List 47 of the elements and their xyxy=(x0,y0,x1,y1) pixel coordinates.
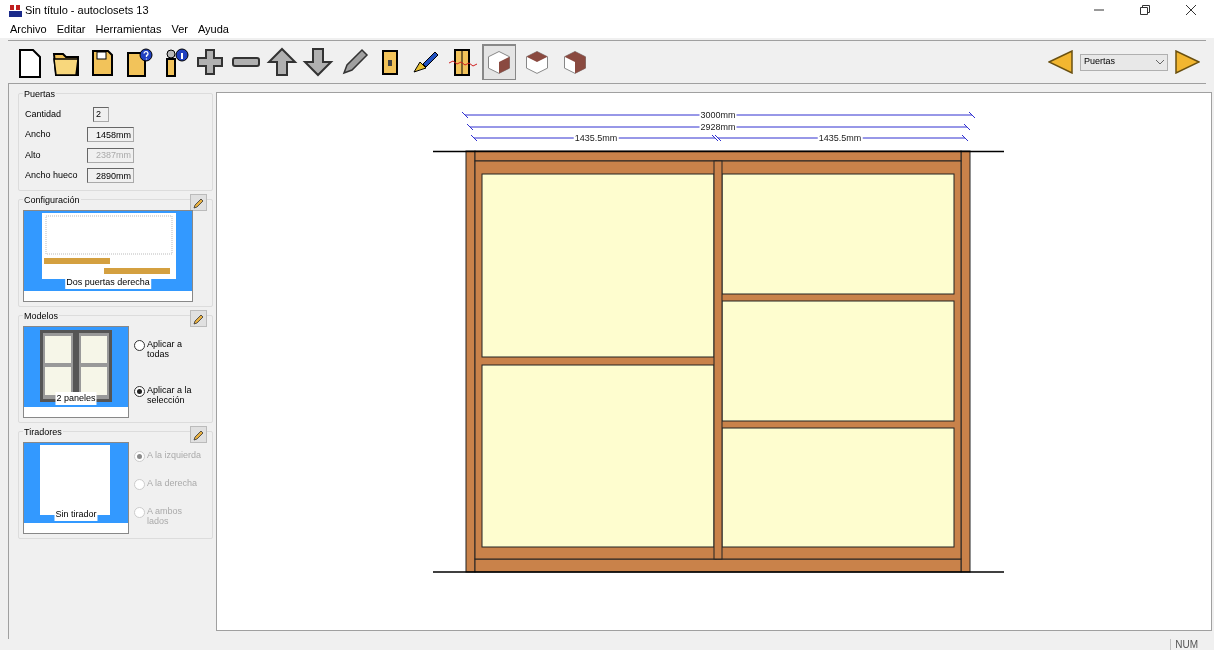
number-field[interactable]: 2890mm xyxy=(87,168,134,184)
group-title: Configuración xyxy=(23,194,81,208)
radio-button[interactable] xyxy=(134,386,145,397)
menu-item[interactable]: Ver xyxy=(171,20,188,38)
dropdown-caret-icon xyxy=(1156,59,1164,65)
down-arrow-icon[interactable] xyxy=(302,46,334,78)
door-model-drawing xyxy=(40,330,112,402)
cube-view-icon xyxy=(485,48,513,76)
radio-label[interactable]: Aplicar a todas xyxy=(147,339,203,359)
window-title: Sin título - autoclosets 13 xyxy=(25,2,149,18)
app-icon xyxy=(9,3,22,17)
edit-button[interactable] xyxy=(190,426,207,443)
preview-panel[interactable]: Dos puertas derecha xyxy=(23,210,193,302)
pencil-icon xyxy=(192,196,205,209)
preview-panel[interactable]: 2 paneles xyxy=(23,326,129,418)
preview-panel[interactable]: Sin tirador xyxy=(23,442,129,534)
menu-item[interactable]: Editar xyxy=(56,20,86,38)
section-dropdown[interactable]: Puertas xyxy=(1080,53,1168,71)
cube-view-icon xyxy=(561,48,589,76)
dimension-label: 2928mm xyxy=(699,122,737,132)
field-label: Cantidad xyxy=(24,107,63,121)
dimension-label: 3000mm xyxy=(699,110,737,120)
field-label: Alto xyxy=(24,148,42,162)
plus-icon[interactable] xyxy=(194,46,226,78)
view-button[interactable] xyxy=(482,44,516,80)
previous-arrow-icon[interactable] xyxy=(1048,50,1074,74)
field-label: Ancho xyxy=(24,128,52,141)
dimension-label: 1435.5mm xyxy=(817,133,863,143)
pencil-icon xyxy=(192,428,205,441)
menu-item[interactable]: Herramientas xyxy=(95,20,162,38)
dimension-label: 1435.5mm xyxy=(573,133,619,143)
num-lock-indicator: NUM xyxy=(1170,639,1202,650)
menu-item[interactable]: Ayuda xyxy=(198,20,229,38)
menu-item[interactable]: Archivo xyxy=(10,20,47,38)
next-arrow-icon[interactable] xyxy=(1174,50,1200,74)
field-label: Ancho hueco xyxy=(24,169,79,182)
edit-button[interactable] xyxy=(190,194,207,211)
number-field[interactable]: 2 xyxy=(93,106,109,122)
number-field[interactable]: 1458mm xyxy=(87,127,134,143)
cube-view-icon xyxy=(523,48,551,76)
radio-label[interactable]: Aplicar a la selección xyxy=(147,385,203,405)
edit-button[interactable] xyxy=(190,310,207,327)
up-arrow-icon[interactable] xyxy=(266,46,298,78)
sliding-doors-icon[interactable] xyxy=(446,46,478,78)
blank-handle-preview xyxy=(40,445,110,515)
pencil-icon xyxy=(192,312,205,325)
radio-button[interactable] xyxy=(134,340,145,351)
